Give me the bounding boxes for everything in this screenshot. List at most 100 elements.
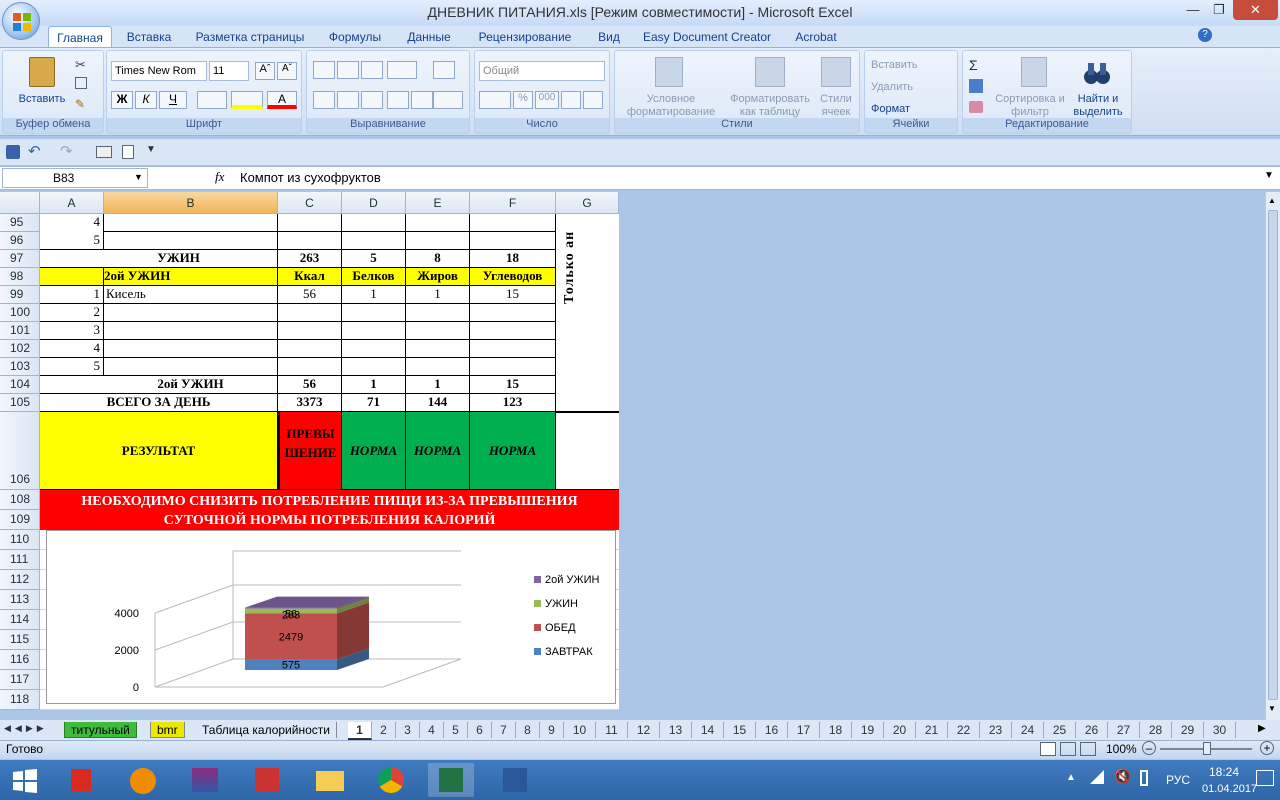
- row-header-109[interactable]: 109: [0, 510, 40, 530]
- cell-c103[interactable]: [278, 358, 342, 376]
- tab-insert[interactable]: Вставка: [120, 26, 178, 48]
- format-as-table-button[interactable]: Форматировать как таблицу: [725, 93, 815, 119]
- zoom-in-icon[interactable]: +: [1260, 741, 1274, 755]
- cell-d100[interactable]: [342, 304, 406, 322]
- currency-format-icon[interactable]: [479, 91, 511, 109]
- row-header-101[interactable]: 101: [0, 322, 40, 340]
- redo-icon[interactable]: ↷: [60, 142, 73, 160]
- row-header-103[interactable]: 103: [0, 358, 40, 376]
- cell-a99[interactable]: 1: [40, 286, 104, 304]
- cell-e104[interactable]: 1: [406, 376, 470, 394]
- sheet-tab-day-23[interactable]: 23: [980, 722, 1012, 738]
- row-header-110[interactable]: 110: [0, 530, 40, 550]
- cell-f106-norm[interactable]: НОРМА: [470, 412, 556, 490]
- cell-a103[interactable]: 5: [40, 358, 104, 376]
- scroll-up-icon[interactable]: ▲: [1268, 196, 1276, 205]
- row-header-116[interactable]: 116: [0, 650, 40, 670]
- format-painter-icon[interactable]: ✎: [75, 97, 85, 111]
- column-header-g[interactable]: G: [556, 192, 619, 214]
- formula-input[interactable]: Компот из сухофруктов: [240, 170, 381, 185]
- column-header-c[interactable]: C: [278, 192, 342, 214]
- cell-c96[interactable]: [278, 232, 342, 250]
- sheet-tab-day-24[interactable]: 24: [1012, 722, 1044, 738]
- cell-e103[interactable]: [406, 358, 470, 376]
- help-icon[interactable]: ?: [1198, 28, 1212, 42]
- cell-b101[interactable]: [104, 322, 278, 340]
- row-header-115[interactable]: 115: [0, 630, 40, 650]
- cell-d95[interactable]: [342, 214, 406, 232]
- sheet-tab-day-4[interactable]: 4: [420, 722, 444, 738]
- increase-decimal-icon[interactable]: [561, 91, 581, 109]
- cell-g95-merged[interactable]: Только ан: [556, 214, 619, 412]
- sheet-tab-day-27[interactable]: 27: [1108, 722, 1140, 738]
- normal-view-icon[interactable]: [1040, 742, 1056, 756]
- sheet-tab-day-3[interactable]: 3: [396, 722, 420, 738]
- tab-easy-document-creator[interactable]: Easy Document Creator: [638, 26, 776, 48]
- sheet-tab-calorie-table[interactable]: Таблица калорийности: [196, 722, 337, 738]
- taskbar-word-icon[interactable]: [492, 763, 538, 797]
- row-header-118[interactable]: 118: [0, 690, 40, 710]
- sheet-tab-day-22[interactable]: 22: [948, 722, 980, 738]
- sheet-tab-day-13[interactable]: 13: [660, 722, 692, 738]
- taskbar-chrome-icon[interactable]: [368, 763, 414, 797]
- language-indicator[interactable]: РУС: [1166, 773, 1190, 787]
- cell-b106-result-label[interactable]: РЕЗУЛЬТАТ: [40, 412, 278, 490]
- customize-qat-icon[interactable]: ▼: [146, 144, 156, 155]
- save-icon[interactable]: [6, 145, 20, 159]
- tab-formulas[interactable]: Формулы: [322, 26, 388, 48]
- notifications-icon[interactable]: [1256, 770, 1274, 786]
- cell-a95[interactable]: 4: [40, 214, 104, 232]
- tray-expand-icon[interactable]: ▲: [1066, 772, 1076, 783]
- cell-f103[interactable]: [470, 358, 556, 376]
- cell-f105[interactable]: 123: [470, 394, 556, 412]
- zoom-out-icon[interactable]: –: [1142, 741, 1156, 755]
- align-left-icon[interactable]: [313, 91, 335, 109]
- bold-icon[interactable]: Ж: [111, 91, 133, 109]
- cell-b96[interactable]: [104, 232, 278, 250]
- vertical-scrollbar[interactable]: ▲ ▼: [1265, 192, 1280, 720]
- cell-e97[interactable]: 8: [406, 250, 470, 268]
- number-format-select[interactable]: Общий: [479, 61, 605, 81]
- sheet-tab-day-21[interactable]: 21: [916, 722, 948, 738]
- sort-filter-button[interactable]: Сортировка и фильтр: [995, 93, 1065, 119]
- row-header-111[interactable]: 111: [0, 550, 40, 570]
- column-header-a[interactable]: A: [40, 192, 104, 214]
- sheet-tab-day-12[interactable]: 12: [628, 722, 660, 738]
- taskbar-avast-icon[interactable]: [120, 763, 166, 797]
- font-color-icon[interactable]: A: [267, 91, 297, 109]
- cell-b103[interactable]: [104, 358, 278, 376]
- sheet-tab-day-5[interactable]: 5: [444, 722, 468, 738]
- calorie-chart[interactable]: 0 2000 4000 575 2479 263 56 2ой УЖИН УЖИН ОБЕ…: [46, 530, 616, 704]
- cell-e105[interactable]: 144: [406, 394, 470, 412]
- fill-icon[interactable]: [969, 79, 983, 93]
- row-header-99[interactable]: 99: [0, 286, 40, 304]
- sheet-tab-day-6[interactable]: 6: [468, 722, 492, 738]
- cell-b95[interactable]: [104, 214, 278, 232]
- cell-a102[interactable]: 4: [40, 340, 104, 358]
- scroll-down-icon[interactable]: ▼: [1268, 704, 1276, 713]
- align-bottom-icon[interactable]: [361, 61, 383, 79]
- cell-b104-second-dinner-total[interactable]: 2ой УЖИН: [40, 376, 278, 394]
- column-header-e[interactable]: E: [406, 192, 470, 214]
- cell-e100[interactable]: [406, 304, 470, 322]
- cell-e98-fat-header[interactable]: Жиров: [406, 268, 470, 286]
- sheet-tab-day-15[interactable]: 15: [724, 722, 756, 738]
- sheet-tab-day-18[interactable]: 18: [820, 722, 852, 738]
- zoom-level[interactable]: 100%: [1106, 742, 1137, 756]
- autosum-icon[interactable]: Σ: [969, 57, 978, 73]
- row-header-117[interactable]: 117: [0, 670, 40, 690]
- row-header-113[interactable]: 113: [0, 590, 40, 610]
- underline-icon[interactable]: Ч: [159, 91, 187, 109]
- italic-icon[interactable]: К: [135, 91, 157, 109]
- name-box[interactable]: B83: [2, 168, 148, 188]
- paste-button[interactable]: Вставить: [9, 93, 75, 106]
- sheet-tab-day-16[interactable]: 16: [756, 722, 788, 738]
- row-header-106[interactable]: 106: [0, 412, 40, 490]
- cell-styles-button[interactable]: Стили ячеек: [815, 93, 857, 119]
- row-header-112[interactable]: 112: [0, 570, 40, 590]
- sheet-tab-day-29[interactable]: 29: [1172, 722, 1204, 738]
- sheet-tab-day-19[interactable]: 19: [852, 722, 884, 738]
- align-top-icon[interactable]: [313, 61, 335, 79]
- format-cells-button[interactable]: Формат: [871, 103, 955, 116]
- cell-b99[interactable]: Кисель: [104, 286, 278, 304]
